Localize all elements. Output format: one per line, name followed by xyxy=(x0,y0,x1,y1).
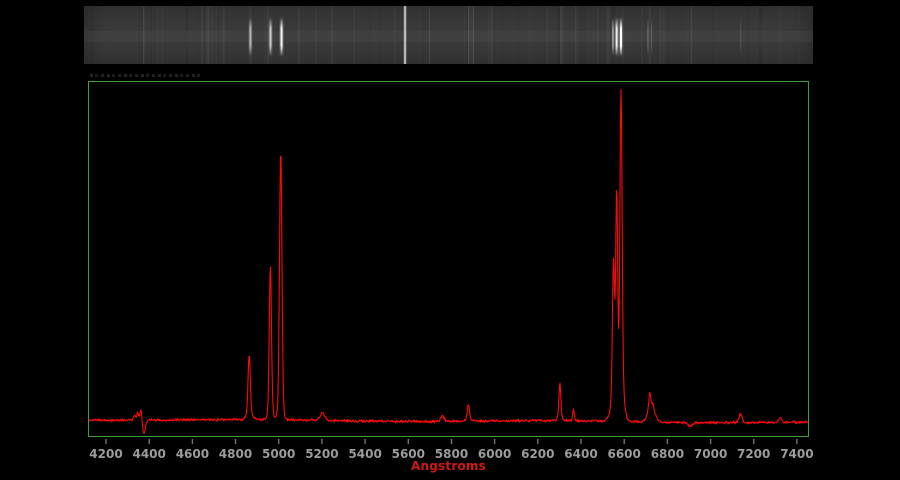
2d-spectrum-image xyxy=(84,6,813,64)
x-axis-label: Angstroms xyxy=(88,459,809,473)
spectrum-curve xyxy=(89,82,808,436)
spectroscopy-display: 4200440046004800500052005400560058006000… xyxy=(0,0,900,480)
1d-spectrum-plot[interactable] xyxy=(88,81,809,437)
2d-spectrum-strip xyxy=(84,6,813,64)
unreadable-caption-smudge xyxy=(90,74,200,77)
